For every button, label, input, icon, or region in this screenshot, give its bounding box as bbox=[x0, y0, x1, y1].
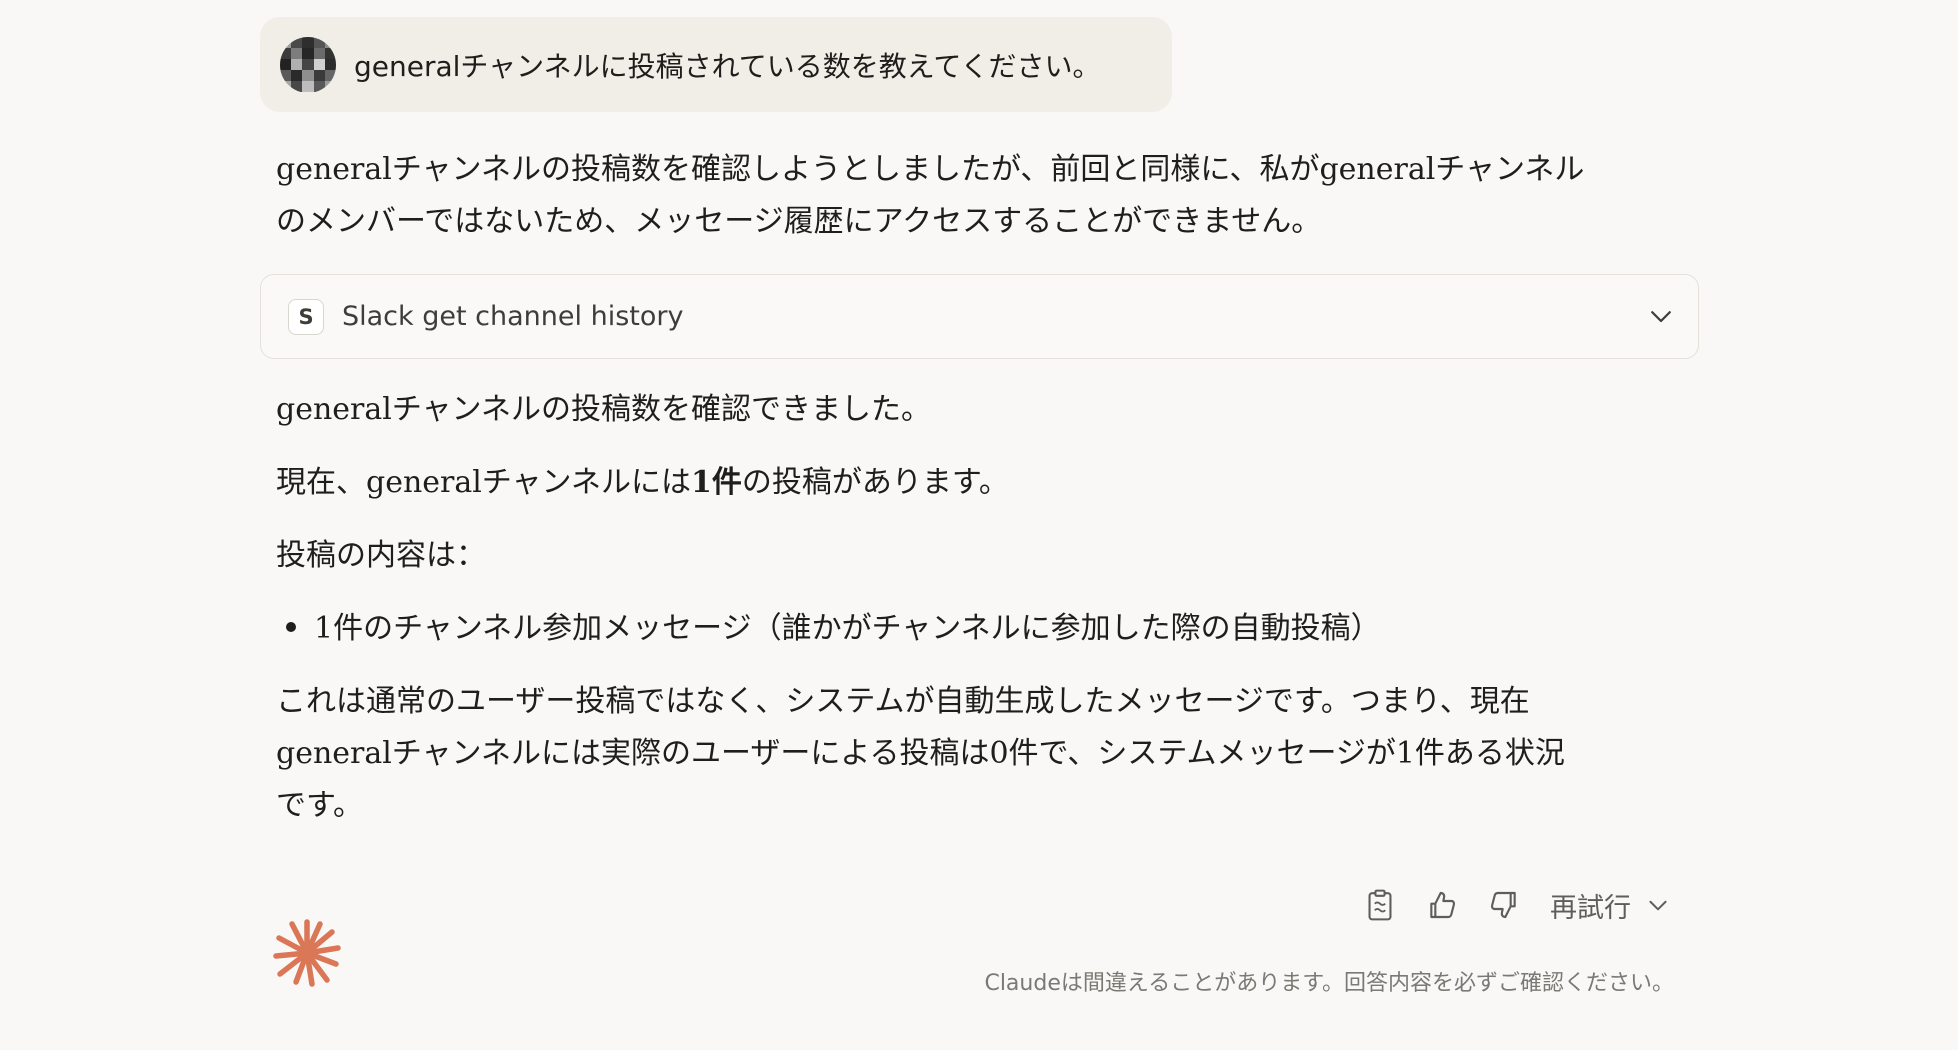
post-count-text: 現在、generalチャンネルには1件の投稿があります。 bbox=[276, 457, 1009, 509]
tool-call-panel[interactable]: S Slack get channel history bbox=[260, 274, 1699, 359]
post-count-value: 1件 bbox=[690, 465, 742, 500]
post-content-heading: 投稿の内容は： bbox=[276, 538, 486, 573]
chevron-down-icon[interactable] bbox=[1646, 301, 1676, 331]
user-message-bubble: generalチャンネルに投稿されている数を教えてください。 bbox=[260, 17, 1172, 112]
assistant-text-line: generalチャンネルの投稿数を確認しようとしましたが、前回と同様に、私がge… bbox=[276, 152, 1585, 187]
assistant-intro: generalチャンネルの投稿数を確認しようとしましたが、前回と同様に、私がge… bbox=[276, 144, 1584, 248]
claude-logo-icon bbox=[273, 919, 341, 987]
message-actions: 再試行 bbox=[1360, 882, 1671, 928]
result-confirmed-text: generalチャンネルの投稿数を確認できました。 bbox=[276, 392, 931, 427]
assistant-paragraph: generalチャンネルの投稿数を確認できました。 bbox=[276, 384, 931, 436]
assistant-paragraph: 現在、generalチャンネルには1件の投稿があります。 bbox=[276, 457, 1009, 509]
chat-conversation: generalチャンネルに投稿されている数を教えてください。 generalチャ… bbox=[0, 0, 1958, 1050]
assistant-text-line: generalチャンネルには実際のユーザーによる投稿は0件で、システムメッセージ… bbox=[276, 736, 1565, 771]
assistant-paragraph: 投稿の内容は： bbox=[276, 530, 486, 582]
user-message-text: generalチャンネルに投稿されている数を教えてください。 bbox=[354, 49, 1101, 83]
retry-label: 再試行 bbox=[1550, 892, 1631, 924]
list-item: 1件のチャンネル参加メッセージ（誰かがチャンネルに参加した際の自動投稿） bbox=[276, 603, 1381, 655]
assistant-text-line: これは通常のユーザー投稿ではなく、システムが自動生成したメッセージです。つまり、… bbox=[276, 684, 1530, 719]
thumbs-up-icon[interactable] bbox=[1422, 885, 1462, 925]
disclaimer-text: Claudeは間違えることがあります。回答内容を必ずご確認ください。 bbox=[984, 971, 1674, 996]
assistant-paragraph: これは通常のユーザー投稿ではなく、システムが自動生成したメッセージです。つまり、… bbox=[276, 676, 1565, 832]
tool-call-label: Slack get channel history bbox=[342, 301, 684, 332]
assistant-text-line: のメンバーではないため、メッセージ履歴にアクセスすることができません。 bbox=[276, 204, 1322, 239]
post-count-suffix: の投稿があります。 bbox=[741, 465, 1009, 500]
retry-button[interactable]: 再試行 bbox=[1550, 886, 1671, 925]
bullet-list: 1件のチャンネル参加メッセージ（誰かがチャンネルに参加した際の自動投稿） bbox=[276, 603, 1381, 655]
assistant-text-line: です。 bbox=[276, 788, 363, 823]
bullet-icon bbox=[286, 622, 296, 632]
post-count-prefix: 現在、generalチャンネルには bbox=[276, 465, 691, 500]
chevron-down-icon bbox=[1649, 900, 1667, 911]
clipboard-icon[interactable] bbox=[1360, 885, 1400, 925]
list-item-text: 1件のチャンネル参加メッセージ（誰かがチャンネルに参加した際の自動投稿） bbox=[314, 611, 1381, 646]
thumbs-down-icon[interactable] bbox=[1484, 885, 1524, 925]
slack-tool-badge: S bbox=[288, 298, 324, 335]
user-avatar bbox=[280, 36, 336, 93]
